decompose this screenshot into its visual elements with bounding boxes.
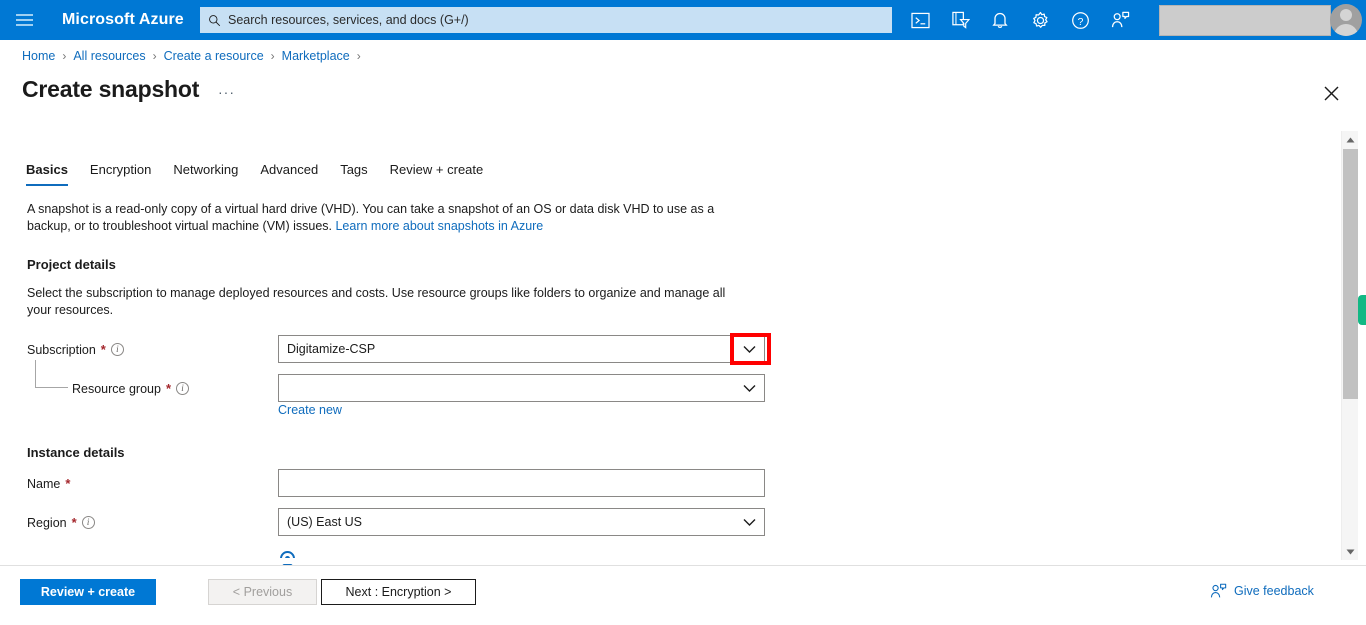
previous-button: < Previous [208,579,317,605]
scrollbar-thumb[interactable] [1343,149,1358,399]
resource-group-tree-connector [35,360,68,388]
resource-group-dropdown[interactable] [278,374,765,402]
review-create-button[interactable]: Review + create [20,579,156,605]
resource-group-required-marker: * [165,381,172,396]
create-new-resource-group-link[interactable]: Create new [278,403,342,417]
resource-group-label-text: Resource group [72,381,161,396]
region-required-marker: * [71,515,77,530]
info-icon[interactable]: i [176,382,190,395]
region-label: Region * i [27,515,95,530]
form-content: A snapshot is a read-only copy of a virt… [0,0,1345,566]
feedback-person-icon [1210,583,1227,598]
resource-group-label: Resource group * i [72,381,190,396]
give-feedback-label: Give feedback [1234,584,1314,598]
snapshot-description: A snapshot is a read-only copy of a virt… [27,201,742,235]
content-scrollbar[interactable] [1341,131,1358,560]
scroll-up-arrow-icon[interactable] [1342,131,1359,148]
project-details-heading: Project details [27,257,116,272]
subscription-value: Digitamize-CSP [287,342,376,356]
name-label-text: Name [27,476,61,491]
name-label: Name * [27,476,70,491]
project-details-subtext: Select the subscription to manage deploy… [27,286,726,317]
subscription-label-text: Subscription [27,342,96,357]
learn-more-link[interactable]: Learn more about snapshots in Azure [335,219,543,233]
give-feedback-button[interactable]: Give feedback [1210,583,1314,599]
name-input[interactable] [278,469,765,497]
info-icon[interactable]: i [110,343,124,356]
form-footer: Review + create < Previous Next : Encryp… [0,565,1366,625]
scroll-position-marker [1358,295,1366,325]
chevron-down-icon[interactable] [734,375,764,401]
chevron-down-icon[interactable] [734,509,764,535]
region-value: (US) East US [287,515,363,529]
content-clip-mask [0,558,1345,564]
subscription-dropdown[interactable]: Digitamize-CSP [278,335,765,363]
region-dropdown[interactable]: (US) East US [278,508,765,536]
scroll-down-arrow-icon[interactable] [1342,543,1359,560]
subscription-required-marker: * [100,342,106,357]
info-icon[interactable]: i [81,516,95,529]
instance-details-heading: Instance details [27,445,125,460]
chevron-down-icon[interactable] [734,336,764,362]
region-label-text: Region [27,515,67,530]
subscription-label: Subscription * i [27,342,124,357]
next-encryption-button[interactable]: Next : Encryption > [321,579,476,605]
name-required-marker: * [65,476,71,491]
